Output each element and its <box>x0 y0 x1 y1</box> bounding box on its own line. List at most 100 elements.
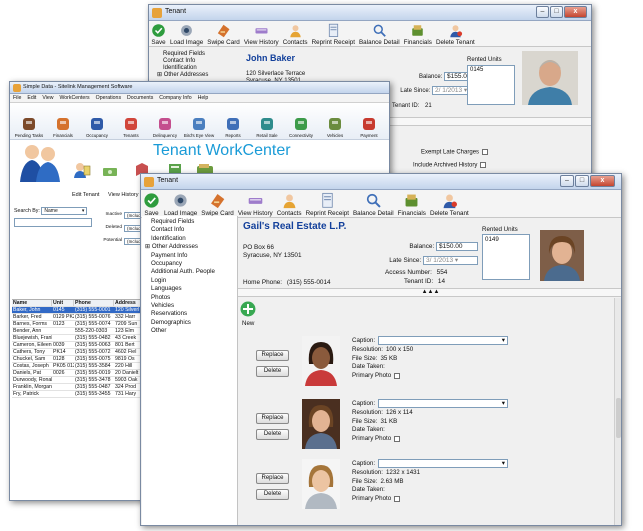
nav-item[interactable]: Identification <box>142 235 237 243</box>
menu-item[interactable]: Company Info <box>159 95 191 101</box>
rented-units-list[interactable]: 0145 <box>467 65 515 105</box>
table-row[interactable]: Costas, JosephPK05 0125(315) 555-3584220… <box>12 363 150 370</box>
delete-tenant-button[interactable]: Delete Tenant <box>436 23 475 46</box>
rented-units-list[interactable]: 0149 <box>482 234 530 280</box>
tenant-photo-thumbnail[interactable] <box>302 336 340 386</box>
balance-detail-button[interactable]: Balance Detail <box>359 23 400 46</box>
swipe-card-button[interactable]: Swipe Card <box>207 23 240 46</box>
primary-photo-checkbox[interactable] <box>394 372 401 379</box>
menu-item[interactable]: Documents <box>127 95 153 101</box>
nav-item[interactable]: ⊞ Other Addresses <box>142 243 237 251</box>
balance-detail-button[interactable]: Balance Detail <box>353 192 394 217</box>
sub-action-2[interactable] <box>102 164 118 180</box>
nav-item[interactable]: Vehicles <box>142 302 237 310</box>
nav-item[interactable]: Identification <box>157 65 239 72</box>
load-image-button[interactable]: Load Image <box>170 23 203 46</box>
nav-button[interactable]: Bird's Eye View <box>182 116 216 138</box>
edit-tenant-label[interactable]: Edit Tenant <box>72 192 99 198</box>
table-row[interactable]: Durwoody, Ronald (315) 555-3478 5903 Oak <box>12 377 150 384</box>
contacts-button[interactable]: Contacts <box>283 23 308 46</box>
caption-select[interactable]: ▾ <box>378 459 509 468</box>
nav-button[interactable]: Reports <box>216 116 250 138</box>
replace-button[interactable]: Replace <box>256 350 289 361</box>
maximize-button[interactable]: □ <box>575 175 589 187</box>
nav-item[interactable]: Additional Auth. People <box>142 268 237 276</box>
delete-tenant-button[interactable]: Delete Tenant <box>430 192 469 217</box>
nav-item[interactable]: Payment Info <box>142 252 237 260</box>
load-image-button[interactable]: Load Image <box>164 192 197 217</box>
nav-button[interactable]: Financials <box>46 116 80 138</box>
table-row[interactable]: Cameron, Eileen 0039 (315) 555-0063 801 Ber… <box>12 342 150 349</box>
balance-field[interactable]: $150.00 <box>436 242 478 251</box>
vertical-scrollbar[interactable] <box>614 298 621 525</box>
swipe-card-button[interactable]: Swipe Card <box>201 192 234 217</box>
delete-button[interactable]: Delete <box>256 489 289 500</box>
nav-item[interactable]: Contact Info <box>157 58 239 65</box>
nav-button[interactable]: Connectivity <box>284 116 318 138</box>
save-button[interactable]: Save <box>143 192 160 217</box>
minimize-button[interactable]: – <box>536 6 549 18</box>
financials-button[interactable]: Financials <box>398 192 426 217</box>
expand-icon[interactable]: ⊞ <box>145 243 152 250</box>
rented-unit-item[interactable]: 0149 <box>485 236 499 243</box>
nav-item[interactable]: Photos <box>142 294 237 302</box>
caption-select[interactable]: ▾ <box>378 399 509 408</box>
collapse-bar[interactable]: ▲▲▲ <box>238 288 621 297</box>
nav-button[interactable]: Tenants <box>114 116 148 138</box>
nav-button[interactable]: Delinquency <box>148 116 182 138</box>
primary-photo-checkbox[interactable] <box>394 435 401 442</box>
nav-item[interactable]: Occupancy <box>142 260 237 268</box>
column-header[interactable]: Phone <box>74 300 114 306</box>
table-row[interactable]: Franklin, Morgan (315) 555-0487 324 Prod <box>12 384 150 391</box>
view-history-button[interactable]: View History <box>238 192 273 217</box>
nav-button[interactable]: Occupancy <box>80 116 114 138</box>
nav-button[interactable]: Retail Sale <box>250 116 284 138</box>
search-by-select[interactable]: Name ▾ <box>41 207 88 215</box>
table-row[interactable]: Bluejewish, Franklin(315) 555-048243 Cre… <box>12 335 150 342</box>
table-row[interactable]: Barker, Fred0129 PK20(315) 555-0076332 H… <box>12 314 150 321</box>
tenant-photo-thumbnail[interactable] <box>302 459 340 509</box>
nav-item[interactable]: Required Fields <box>157 51 239 58</box>
nav-item[interactable]: Required Fields <box>142 218 237 226</box>
column-header[interactable]: Name <box>12 300 52 306</box>
menu-item[interactable]: File <box>13 95 21 101</box>
delete-button[interactable]: Delete <box>256 429 289 440</box>
new-photo-button[interactable] <box>240 301 256 319</box>
save-button[interactable]: Save <box>151 23 166 46</box>
nav-item[interactable]: Reservations <box>142 310 237 318</box>
caption-select[interactable]: ▾ <box>378 336 509 345</box>
menu-item[interactable]: Help <box>198 95 209 101</box>
delete-button[interactable]: Delete <box>256 366 289 377</box>
expand-icon[interactable]: ⊞ <box>157 72 164 78</box>
reprint-receipt-button[interactable]: Reprint Receipt <box>312 23 355 46</box>
column-header[interactable]: Unit <box>52 300 74 306</box>
nav-item[interactable]: Other <box>142 327 237 335</box>
tenant-grid[interactable]: Name Unit Phone Address Baker, John 0145 (315)… <box>12 299 150 499</box>
new-label[interactable]: New <box>242 320 254 327</box>
table-row[interactable]: Fry, Patrick (315) 555-3455 731 Hary <box>12 391 150 398</box>
primary-photo-checkbox[interactable] <box>394 495 401 502</box>
view-history-button[interactable]: View History <box>244 23 279 46</box>
minimize-button[interactable]: – <box>560 175 574 187</box>
close-button[interactable]: x <box>590 175 615 187</box>
menu-item[interactable]: View <box>42 95 53 101</box>
nav-button[interactable]: Vehicles <box>318 116 352 138</box>
view-history-label[interactable]: View History <box>108 192 138 198</box>
table-row[interactable]: Barnes, Forms 0123 (315) 555-0074 7209 Sun <box>12 321 150 328</box>
rented-unit-item[interactable]: 0145 <box>470 67 483 73</box>
menu-item[interactable]: WorkCenters <box>59 95 89 101</box>
table-row[interactable]: Daniels, Pat 0026 (315) 555-0019 20 Danielt <box>12 370 150 377</box>
table-row[interactable]: Cathers, Tony PK14 (315) 555-0072 4602 Fiel <box>12 349 150 356</box>
menu-item[interactable]: Edit <box>27 95 36 101</box>
tenant-photo-thumbnail[interactable] <box>302 399 340 449</box>
reprint-receipt-button[interactable]: Reprint Receipt <box>306 192 349 217</box>
nav-item[interactable]: Contact Info <box>142 226 237 234</box>
exempt-checkbox[interactable] <box>482 149 489 155</box>
table-row[interactable]: Baker, John 0145 (315) 555-0001 120 Silverl <box>12 307 150 314</box>
table-row[interactable]: Bender, Ann 555-220-0303 123 Elm <box>12 328 150 335</box>
nav-button[interactable]: Pending Tasks <box>12 116 46 138</box>
table-row[interactable]: Chuckel, Sam 0128 (315) 555-0075 9819 Os <box>12 356 150 363</box>
scroll-thumb[interactable] <box>616 398 621 438</box>
edit-tenant-action[interactable] <box>73 162 91 180</box>
replace-button[interactable]: Replace <box>256 473 289 484</box>
